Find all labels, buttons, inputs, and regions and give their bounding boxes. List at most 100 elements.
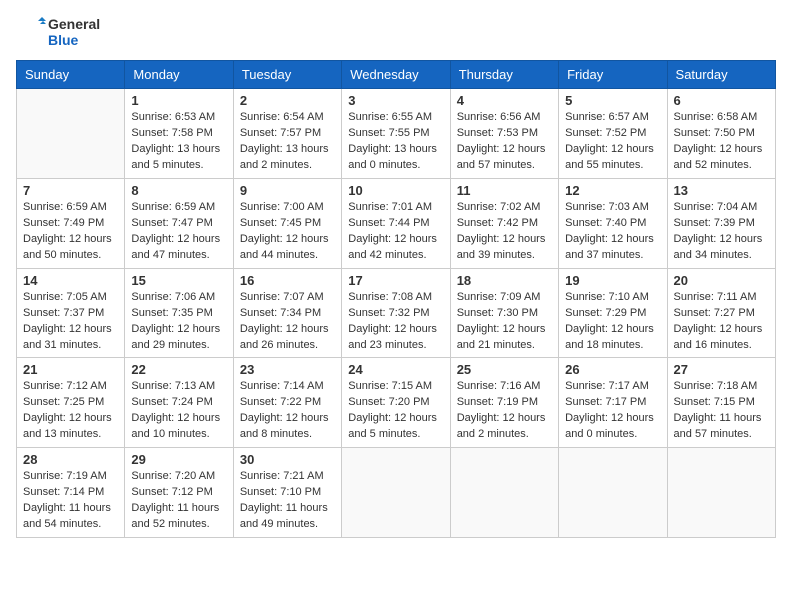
day-info-line: Sunrise: 7:08 AM (348, 290, 443, 306)
day-info-line: Daylight: 12 hours (348, 322, 443, 338)
day-info-line: Daylight: 12 hours (674, 142, 769, 158)
day-info-line: and 2 minutes. (457, 427, 552, 443)
calendar-cell: 18Sunrise: 7:09 AMSunset: 7:30 PMDayligh… (450, 268, 558, 358)
day-info-line: Daylight: 12 hours (348, 411, 443, 427)
calendar-cell: 16Sunrise: 7:07 AMSunset: 7:34 PMDayligh… (233, 268, 341, 358)
weekday-header-wednesday: Wednesday (342, 61, 450, 89)
day-info-line: Daylight: 12 hours (457, 232, 552, 248)
day-number: 3 (348, 93, 443, 108)
weekday-header-sunday: Sunday (17, 61, 125, 89)
calendar-cell: 15Sunrise: 7:06 AMSunset: 7:35 PMDayligh… (125, 268, 233, 358)
day-number: 1 (131, 93, 226, 108)
day-info-line: Sunset: 7:35 PM (131, 306, 226, 322)
day-info-line: Sunrise: 7:01 AM (348, 200, 443, 216)
day-number: 25 (457, 362, 552, 377)
day-info-line: and 54 minutes. (23, 517, 118, 533)
day-info-line: Daylight: 12 hours (131, 232, 226, 248)
logo: General Blue (16, 16, 100, 48)
day-info: Sunrise: 6:59 AMSunset: 7:47 PMDaylight:… (131, 200, 226, 264)
day-number: 2 (240, 93, 335, 108)
day-info-line: Sunrise: 6:55 AM (348, 110, 443, 126)
day-info-line: Sunrise: 7:03 AM (565, 200, 660, 216)
day-info-line: Sunrise: 6:58 AM (674, 110, 769, 126)
day-info-line: Daylight: 12 hours (565, 322, 660, 338)
day-info: Sunrise: 7:17 AMSunset: 7:17 PMDaylight:… (565, 379, 660, 443)
day-info-line: Daylight: 12 hours (565, 411, 660, 427)
weekday-header-friday: Friday (559, 61, 667, 89)
logo-text: General Blue (48, 16, 100, 48)
day-info-line: Sunset: 7:29 PM (565, 306, 660, 322)
day-info-line: Sunrise: 7:05 AM (23, 290, 118, 306)
calendar-cell: 8 Sunrise: 6:59 AMSunset: 7:47 PMDaylight… (125, 178, 233, 268)
calendar-cell: 5Sunrise: 6:57 AMSunset: 7:52 PMDaylight… (559, 89, 667, 179)
day-info-line: Sunset: 7:37 PM (23, 306, 118, 322)
day-info-line: Sunrise: 7:17 AM (565, 379, 660, 395)
day-info-line: Sunset: 7:15 PM (674, 395, 769, 411)
day-number: 24 (348, 362, 443, 377)
day-info-line: Sunrise: 7:04 AM (674, 200, 769, 216)
day-info-line: and 49 minutes. (240, 517, 335, 533)
calendar-cell (559, 448, 667, 538)
day-info-line: and 37 minutes. (565, 248, 660, 264)
day-info-line: Sunrise: 6:57 AM (565, 110, 660, 126)
day-info-line: Daylight: 12 hours (674, 232, 769, 248)
day-info-line: Sunset: 7:24 PM (131, 395, 226, 411)
calendar-cell: 9Sunrise: 7:00 AMSunset: 7:45 PMDaylight… (233, 178, 341, 268)
calendar-cell: 23Sunrise: 7:14 AMSunset: 7:22 PMDayligh… (233, 358, 341, 448)
day-number: 10 (348, 183, 443, 198)
day-info-line: Daylight: 12 hours (131, 411, 226, 427)
day-number: 13 (674, 183, 769, 198)
day-info-line: Sunrise: 7:14 AM (240, 379, 335, 395)
day-info-line: Sunset: 7:44 PM (348, 216, 443, 232)
logo-container: General Blue (16, 16, 100, 48)
calendar-cell (342, 448, 450, 538)
calendar-cell: 4Sunrise: 6:56 AMSunset: 7:53 PMDaylight… (450, 89, 558, 179)
day-info-line: Sunrise: 7:07 AM (240, 290, 335, 306)
day-info-line: Sunset: 7:22 PM (240, 395, 335, 411)
day-info-line: Sunrise: 7:11 AM (674, 290, 769, 306)
day-info-line: and 23 minutes. (348, 338, 443, 354)
calendar-cell: 14Sunrise: 7:05 AMSunset: 7:37 PMDayligh… (17, 268, 125, 358)
day-info-line: Daylight: 12 hours (240, 232, 335, 248)
calendar-cell (17, 89, 125, 179)
day-info-line: Sunrise: 6:54 AM (240, 110, 335, 126)
weekday-header-monday: Monday (125, 61, 233, 89)
day-info-line: and 5 minutes. (348, 427, 443, 443)
day-info-line: Sunset: 7:30 PM (457, 306, 552, 322)
day-info: Sunrise: 6:58 AMSunset: 7:50 PMDaylight:… (674, 110, 769, 174)
calendar-cell: 13Sunrise: 7:04 AMSunset: 7:39 PMDayligh… (667, 178, 775, 268)
day-info: Sunrise: 7:16 AMSunset: 7:19 PMDaylight:… (457, 379, 552, 443)
day-info-line: Daylight: 12 hours (457, 411, 552, 427)
day-info-line: Sunset: 7:49 PM (23, 216, 118, 232)
day-info-line: Sunrise: 7:13 AM (131, 379, 226, 395)
day-number: 27 (674, 362, 769, 377)
day-info-line: Sunrise: 6:59 AM (23, 200, 118, 216)
day-number: 4 (457, 93, 552, 108)
day-info-line: Daylight: 12 hours (131, 322, 226, 338)
day-info-line: Daylight: 12 hours (457, 142, 552, 158)
day-info-line: Sunset: 7:27 PM (674, 306, 769, 322)
day-number: 30 (240, 452, 335, 467)
day-info-line: Daylight: 12 hours (565, 142, 660, 158)
day-info-line: Sunset: 7:55 PM (348, 126, 443, 142)
day-info-line: and 47 minutes. (131, 248, 226, 264)
day-info: Sunrise: 7:06 AMSunset: 7:35 PMDaylight:… (131, 290, 226, 354)
day-info-line: Daylight: 11 hours (240, 501, 335, 517)
day-number: 8 (131, 183, 226, 198)
day-info: Sunrise: 7:14 AMSunset: 7:22 PMDaylight:… (240, 379, 335, 443)
day-info-line: Daylight: 12 hours (23, 411, 118, 427)
day-number: 29 (131, 452, 226, 467)
day-info: Sunrise: 7:00 AMSunset: 7:45 PMDaylight:… (240, 200, 335, 264)
day-info-line: Sunset: 7:47 PM (131, 216, 226, 232)
calendar-cell: 11Sunrise: 7:02 AMSunset: 7:42 PMDayligh… (450, 178, 558, 268)
day-number: 7 (23, 183, 118, 198)
day-info-line: Daylight: 11 hours (23, 501, 118, 517)
day-info-line: Sunrise: 7:06 AM (131, 290, 226, 306)
day-info-line: Sunset: 7:32 PM (348, 306, 443, 322)
day-info-line: and 52 minutes. (674, 158, 769, 174)
day-info-line: Sunrise: 7:21 AM (240, 469, 335, 485)
day-number: 14 (23, 273, 118, 288)
day-info: Sunrise: 7:03 AMSunset: 7:40 PMDaylight:… (565, 200, 660, 264)
calendar-cell: 22Sunrise: 7:13 AMSunset: 7:24 PMDayligh… (125, 358, 233, 448)
day-info-line: Sunrise: 6:53 AM (131, 110, 226, 126)
